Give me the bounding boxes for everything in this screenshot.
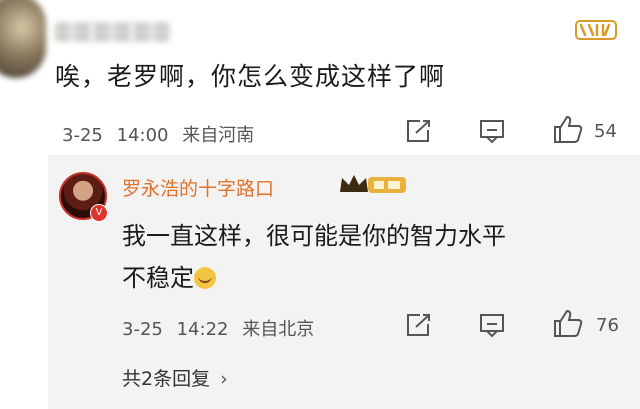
comment-meta: 3-25 14:00 来自河南 [62,121,254,147]
commenter-username-blurred[interactable] [55,22,170,42]
reply-text: 我一直这样，很可能是你的智力水平 不稳定 [122,215,622,299]
share-icon[interactable] [404,118,432,144]
reply-time: 14:22 [176,319,229,340]
total-replies-label: 共2条回复 [122,368,211,390]
reply-source: 来自北京 [242,319,315,340]
reply-like-count: 76 [596,315,619,336]
replier-username[interactable]: 罗永浩的十字路口 [122,174,274,201]
reply-text-line2: 不稳定 [122,264,194,292]
chevron-right-icon: › [220,368,228,390]
smile-emoji-icon [194,267,216,289]
reply-date: 3-25 [122,319,163,340]
comment-icon[interactable] [478,118,506,144]
comment-text: 唉，老罗啊，你怎么变成这样了啊 [55,62,446,91]
reply-text-line2-wrap: 不稳定 [122,257,622,299]
reply-text-line1: 我一直这样，很可能是你的智力水平 [122,222,506,250]
like-icon[interactable] [552,114,584,144]
crown-icon [338,172,408,196]
top-comment-badge-icon [575,20,617,40]
comment-date: 3-25 [62,125,103,146]
reply-comment-icon[interactable] [478,312,506,338]
commenter-avatar[interactable] [0,0,46,78]
verified-badge-icon: V [90,204,108,222]
reply-meta: 3-25 14:22 来自北京 [122,315,314,341]
like-count: 54 [594,121,617,142]
reply-share-icon[interactable] [404,312,432,338]
reply-like-icon[interactable] [552,308,584,338]
comment-source: 来自河南 [182,125,255,146]
comment-time: 14:00 [116,125,169,146]
view-replies-link[interactable]: 共2条回复 › [122,364,228,391]
